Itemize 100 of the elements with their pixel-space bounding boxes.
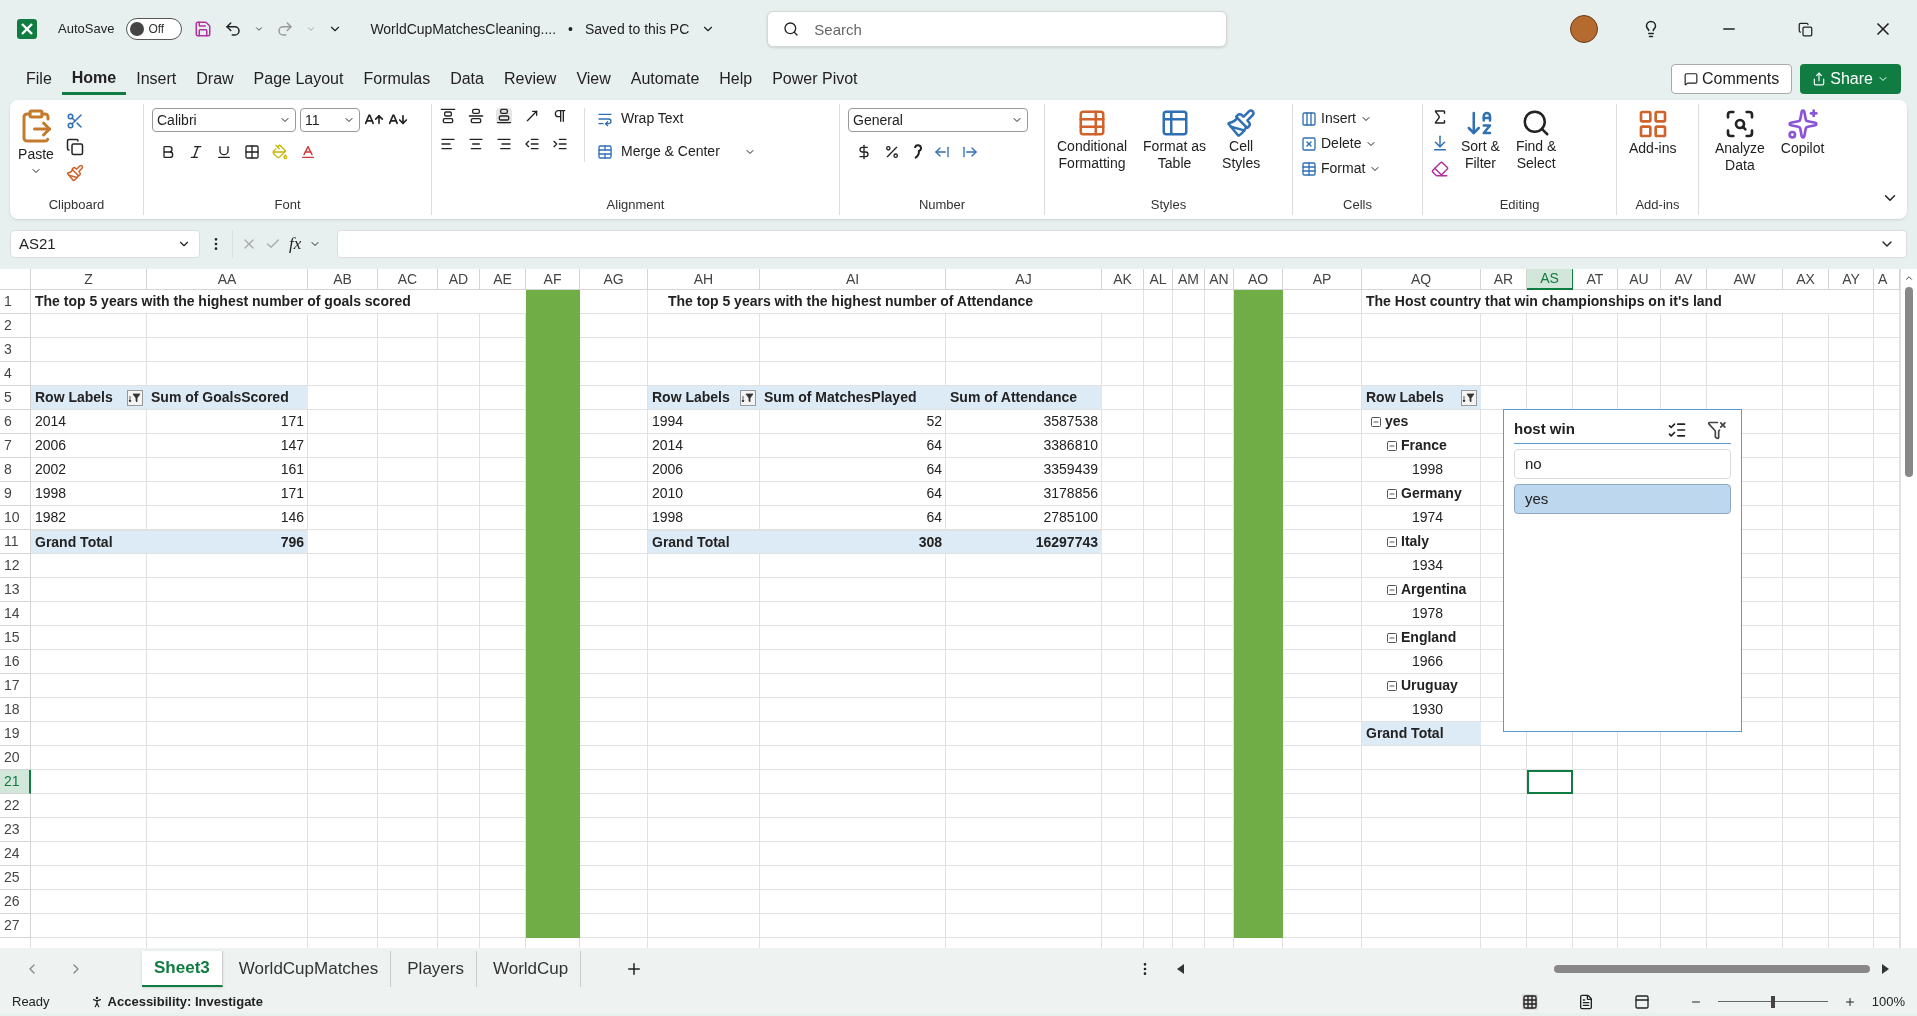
menu-tab[interactable]: View	[566, 63, 621, 95]
column-header[interactable]: AN	[1205, 269, 1234, 290]
menu-tab[interactable]: Automate	[620, 63, 710, 95]
normal-view-icon[interactable]	[1521, 993, 1538, 1010]
align-left-icon[interactable]	[440, 136, 456, 152]
merge-icon[interactable]	[597, 143, 613, 160]
collapse-icon[interactable]	[1370, 415, 1382, 428]
column-header[interactable]: AG	[580, 269, 648, 290]
row-header[interactable]: 15	[0, 626, 31, 650]
styles-button[interactable]: Conditional Formatting	[1053, 108, 1132, 172]
sheet-tab[interactable]: WorldCup	[480, 951, 582, 987]
editing-button[interactable]: Find & Select	[1511, 108, 1561, 178]
sheet-tab[interactable]: Sheet3	[142, 951, 223, 987]
search-field[interactable]: Search	[767, 11, 1228, 47]
format-cells-icon[interactable]	[1301, 160, 1317, 177]
decimal-increase-icon[interactable]	[934, 144, 950, 160]
column-header[interactable]: AS	[1527, 269, 1573, 290]
bold-icon[interactable]	[160, 144, 176, 160]
menu-tab[interactable]: Help	[709, 63, 763, 95]
menu-tab[interactable]: Insert	[126, 63, 187, 95]
italic-icon[interactable]	[188, 144, 204, 160]
merge-center-button[interactable]: Merge & Center	[597, 141, 756, 162]
save-icon[interactable]	[194, 20, 213, 38]
align-right-icon[interactable]	[496, 136, 512, 152]
redo-icon[interactable]	[276, 20, 295, 38]
conditional-format-icon[interactable]	[1077, 108, 1108, 138]
row-header[interactable]: 16	[0, 650, 31, 674]
row-header[interactable]: 18	[0, 698, 31, 722]
row-header[interactable]: 23	[0, 818, 31, 842]
filled-cell[interactable]	[526, 914, 580, 938]
row-header[interactable]: 19	[0, 722, 31, 746]
page-break-icon[interactable]	[1633, 993, 1650, 1010]
fill-color-icon[interactable]	[272, 144, 288, 160]
menu-tab[interactable]: Power Pivot	[762, 63, 868, 95]
font-select[interactable]: Calibri	[152, 108, 296, 132]
row-header[interactable]: 11	[0, 530, 31, 554]
slicer-item[interactable]: yes	[1514, 484, 1731, 514]
paragraph-icon[interactable]	[552, 108, 568, 124]
underline-icon[interactable]	[216, 144, 232, 160]
undo-icon[interactable]	[224, 20, 243, 38]
borders-icon[interactable]	[244, 144, 260, 160]
fill-icon[interactable]	[1431, 134, 1449, 152]
number-format-select[interactable]: General	[848, 108, 1028, 132]
zoom-thumb[interactable]	[1770, 995, 1775, 1008]
menu-tab[interactable]: Review	[493, 63, 567, 95]
align-center-icon[interactable]	[468, 136, 484, 152]
cells-button[interactable]: Format	[1301, 158, 1382, 179]
row-header[interactable]: 10	[0, 506, 31, 530]
menu-tab[interactable]: File	[16, 63, 62, 95]
row-header[interactable]: 8	[0, 458, 31, 482]
active-cell[interactable]	[1527, 770, 1573, 794]
font-size-select[interactable]: 11	[300, 108, 360, 132]
paste-button[interactable]: Paste	[18, 108, 54, 182]
filter-button-icon[interactable]	[1461, 389, 1477, 406]
name-box[interactable]: AS21	[10, 230, 200, 258]
brush-icon[interactable]	[1226, 108, 1257, 138]
zoom-in-icon[interactable]	[1843, 995, 1856, 1008]
align-bottom-icon[interactable]	[496, 108, 512, 124]
scroll-right-icon[interactable]	[1882, 964, 1889, 974]
menu-tab[interactable]: Home	[61, 63, 127, 95]
brush-icon[interactable]	[66, 164, 84, 182]
column-header[interactable]: AY	[1829, 269, 1874, 290]
currency-icon[interactable]	[856, 144, 872, 160]
accessibility-button[interactable]: Accessibility: Investigate	[89, 991, 263, 1012]
row-header[interactable]: 22	[0, 794, 31, 818]
row-header[interactable]: 26	[0, 890, 31, 914]
column-header[interactable]: AK	[1102, 269, 1144, 290]
indent-decrease-icon[interactable]	[524, 136, 540, 152]
slicer-panel[interactable]: host win no yes	[1503, 409, 1742, 732]
styles-button[interactable]: Format as Table	[1139, 108, 1211, 172]
row-header[interactable]: 1	[0, 290, 31, 314]
menu-tab[interactable]: Draw	[186, 63, 244, 95]
column-header[interactable]: AP	[1283, 269, 1362, 290]
sparkle-icon[interactable]	[1786, 108, 1819, 140]
analyze-data-button[interactable]: Analyze Data	[1711, 108, 1769, 215]
row-header[interactable]: 5	[0, 386, 31, 410]
zoom-level[interactable]: 100%	[1871, 991, 1905, 1012]
scroll-up-icon[interactable]	[1904, 273, 1914, 283]
slicer-item[interactable]: no	[1514, 449, 1731, 479]
menu-tab[interactable]: Data	[440, 63, 494, 95]
row-header[interactable]: 24	[0, 842, 31, 866]
row-header[interactable]: 13	[0, 578, 31, 602]
align-middle-icon[interactable]	[468, 108, 484, 124]
font-color-icon[interactable]	[300, 144, 316, 160]
eraser-icon[interactable]	[1431, 160, 1449, 178]
file-name[interactable]: WorldCupMatchesCleaning....	[370, 18, 557, 40]
comma-icon[interactable]	[912, 144, 922, 160]
copy-icon[interactable]	[66, 138, 84, 156]
delete-cells-icon[interactable]	[1301, 135, 1317, 152]
zoom-slider[interactable]	[1717, 995, 1828, 1008]
collapse-icon[interactable]	[1386, 439, 1398, 452]
wrap-text-button[interactable]: Wrap Text	[597, 108, 756, 129]
restore-icon[interactable]	[1798, 21, 1813, 37]
row-header[interactable]: 21	[0, 770, 31, 794]
comments-button[interactable]: Comments	[1670, 64, 1793, 94]
row-header[interactable]: 17	[0, 674, 31, 698]
scroll-thumb[interactable]	[1554, 965, 1870, 973]
comment-icon[interactable]	[1683, 72, 1698, 86]
formula-input[interactable]	[337, 230, 1907, 258]
row-header[interactable]: 2	[0, 314, 31, 338]
